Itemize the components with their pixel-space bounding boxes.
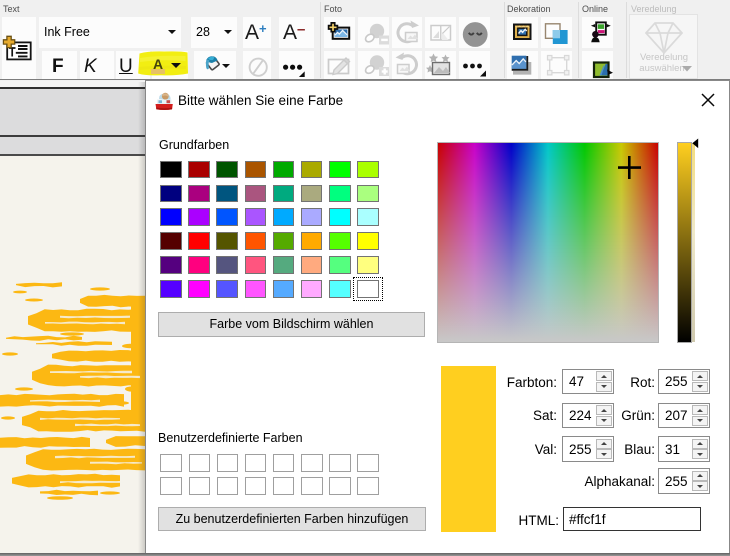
svg-text:Veredelung: Veredelung (640, 52, 688, 63)
svg-text:auswählen: auswählen (639, 63, 684, 74)
